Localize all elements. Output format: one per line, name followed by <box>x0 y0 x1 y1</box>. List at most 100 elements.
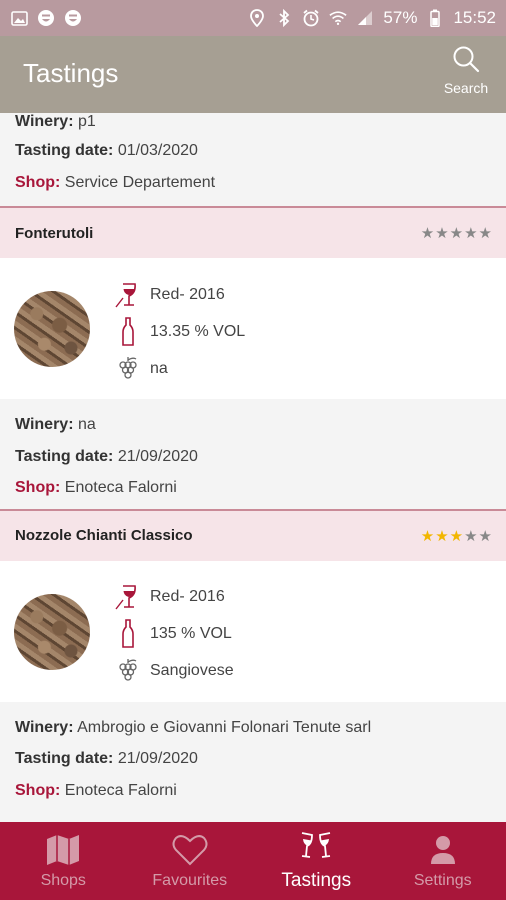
tasting-date-value: 21/09/2020 <box>117 447 198 465</box>
star-rating: ★ ★ ★ ★ ★ <box>421 527 492 545</box>
shop-row: Shop: Enoteca Falorni <box>15 775 491 807</box>
shop-row: Shop: Service Departement <box>15 167 491 199</box>
tasting-card-header[interactable]: Fonterutoli ★ ★ ★ ★ ★ <box>0 206 506 258</box>
shop-label: Shop: <box>15 479 61 496</box>
winery-value: na <box>77 416 96 433</box>
clock: 15:52 <box>453 8 496 27</box>
wine-photo <box>14 291 90 367</box>
wine-attributes: Red- 2016 135 % VOL Sangiovese <box>114 579 234 690</box>
alarm-icon <box>302 9 320 27</box>
shop-label: Shop: <box>15 173 61 191</box>
nav-shops-label: Shops <box>40 872 86 889</box>
tasting-date-value: 01/03/2020 <box>117 142 198 159</box>
shop-value: Enoteca Falorni <box>64 781 177 799</box>
star-icon: ★ <box>464 527 478 545</box>
tasting-details[interactable]: Winery: na Tasting date: 21/09/2020 Shop… <box>0 399 506 509</box>
tasting-date-row: Tasting date: 21/09/2020 <box>15 441 491 473</box>
battery-percent: 57% <box>383 8 418 27</box>
smiley-icon <box>64 9 82 27</box>
winery-label: Winery: <box>15 718 74 736</box>
star-icon: ★ <box>449 527 464 545</box>
winery-row: Winery: p1 <box>15 113 491 135</box>
image-icon <box>10 9 28 27</box>
tasting-date-row: Tasting date: 01/03/2020 <box>15 135 491 167</box>
tasting-date-label: Tasting date: <box>15 447 114 465</box>
wine-photo <box>14 593 90 670</box>
page-title: Tastings <box>23 58 119 88</box>
nav-favourites-label: Favourites <box>152 872 228 889</box>
search-button[interactable]: Search <box>438 45 494 96</box>
wine-name: Nozzole Chianti Classico <box>15 527 193 544</box>
tasting-date-label: Tasting date: <box>15 142 114 159</box>
winery-label: Winery: <box>15 113 74 130</box>
wine-glasses-icon <box>298 830 334 866</box>
grape-icon <box>114 656 142 686</box>
grape-value: na <box>150 359 168 377</box>
shop-value: Enoteca Falorni <box>64 479 177 496</box>
bottle-icon <box>114 619 142 649</box>
battery-icon <box>426 9 444 27</box>
wine-name: Fonterutoli <box>15 224 94 242</box>
person-icon <box>430 832 456 868</box>
nav-settings[interactable]: Settings <box>380 822 506 900</box>
winery-row: Winery: Ambrogio e Giovanni Folonari Ten… <box>15 712 491 744</box>
star-rating: ★ ★ ★ ★ ★ <box>421 224 492 242</box>
search-label: Search <box>443 80 489 96</box>
bluetooth-icon <box>275 9 293 27</box>
tasting-details[interactable]: Winery: p1 Tasting date: 01/03/2020 Shop… <box>0 113 506 206</box>
bottom-navigation: Shops Favourites Tastings Settings <box>0 822 506 900</box>
nav-favourites[interactable]: Favourites <box>127 822 254 900</box>
star-icon: ★ <box>435 225 449 242</box>
tasting-card[interactable]: Nozzole Chianti Classico ★ ★ ★ ★ ★ Red- 2016… <box>0 508 506 811</box>
status-right-icons: 57% 15:52 <box>248 8 496 28</box>
winery-value: p1 <box>77 113 96 130</box>
color-year-value: Red- 2016 <box>150 285 225 303</box>
status-bar: 57% 15:52 <box>0 0 506 36</box>
color-year-value: Red- 2016 <box>150 588 225 605</box>
smiley-icon <box>37 9 55 27</box>
grape-icon <box>114 354 142 384</box>
tasting-card[interactable]: Fonterutoli ★ ★ ★ ★ ★ Red- 2016 13.35 % VOL <box>0 206 506 509</box>
nav-tastings-label: Tastings <box>281 870 352 891</box>
tasting-date-value: 21/09/2020 <box>117 750 198 767</box>
star-icon: ★ <box>478 527 492 545</box>
map-icon <box>46 832 80 868</box>
tasting-date-row: Tasting date: 21/09/2020 <box>15 743 491 775</box>
tasting-card-body[interactable]: Red- 2016 135 % VOL Sangiovese <box>0 560 506 702</box>
tasting-card-header[interactable]: Nozzole Chianti Classico ★ ★ ★ ★ ★ <box>0 508 506 561</box>
star-icon: ★ <box>464 225 478 242</box>
bottle-icon <box>114 316 142 347</box>
signal-icon <box>356 9 374 27</box>
nav-shops[interactable]: Shops <box>0 822 127 900</box>
wine-glass-icon <box>114 582 142 612</box>
app-bar: Tastings Search <box>0 36 506 113</box>
heart-icon <box>172 832 208 868</box>
shop-value: Service Departement <box>64 173 216 191</box>
winery-value: Ambrogio e Giovanni Folonari Tenute sarl <box>77 718 372 736</box>
star-icon: ★ <box>420 527 435 545</box>
shop-row: Shop: Enoteca Falorni <box>15 472 491 504</box>
wine-attributes: Red- 2016 13.35 % VOL na <box>114 276 245 387</box>
shop-label: Shop: <box>15 781 61 799</box>
color-year-row: Red- 2016 <box>114 579 234 616</box>
status-left-icons <box>10 9 82 27</box>
location-icon <box>248 9 266 27</box>
star-icon: ★ <box>420 225 435 242</box>
nav-settings-label: Settings <box>413 872 472 889</box>
nav-tastings[interactable]: Tastings <box>253 822 380 900</box>
tastings-list[interactable]: Winery: p1 Tasting date: 01/03/2020 Shop… <box>0 113 506 822</box>
tasting-date-label: Tasting date: <box>15 750 114 767</box>
alcohol-row: 13.35 % VOL <box>114 313 245 350</box>
alcohol-value: 135 % VOL <box>150 625 232 642</box>
grape-row: Sangiovese <box>114 653 234 690</box>
search-icon <box>452 46 480 77</box>
tasting-card-body[interactable]: Red- 2016 13.35 % VOL na <box>0 258 506 399</box>
alcohol-row: 135 % VOL <box>114 616 234 653</box>
winery-label: Winery: <box>15 416 74 433</box>
star-icon: ★ <box>449 225 464 242</box>
wine-glass-icon <box>114 280 142 310</box>
alcohol-value: 13.35 % VOL <box>150 322 246 340</box>
star-icon: ★ <box>435 527 449 545</box>
grape-value: Sangiovese <box>150 662 234 679</box>
tasting-details[interactable]: Winery: Ambrogio e Giovanni Folonari Ten… <box>0 701 506 811</box>
